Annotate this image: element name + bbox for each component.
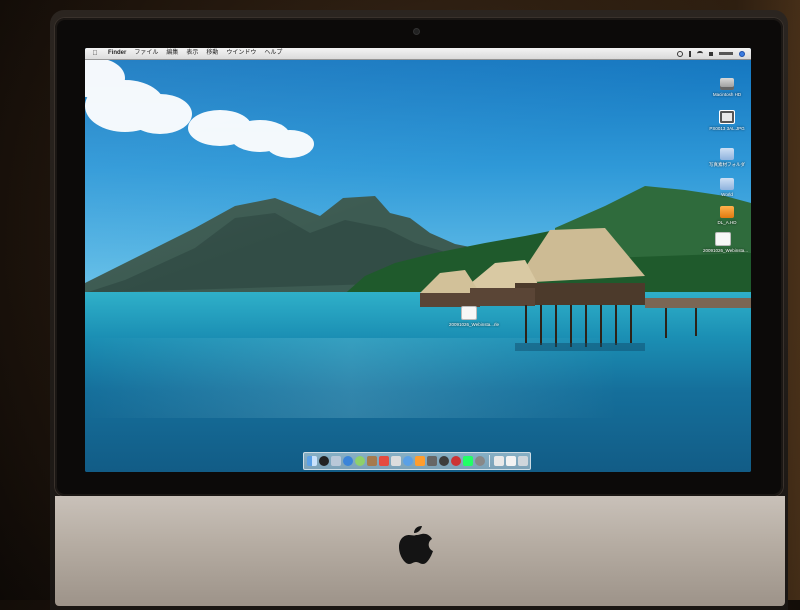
menu-go[interactable]: 移動 <box>206 48 218 59</box>
spotlight-icon[interactable] <box>739 50 745 57</box>
dock-separator <box>488 455 490 467</box>
photo-booth-icon[interactable] <box>450 456 461 466</box>
desktop-icon-document-1[interactable]: 20091026_Webinsta... <box>703 232 748 253</box>
desktop-icon-label: Macintosh HD <box>712 92 742 97</box>
imovie-icon[interactable] <box>426 456 437 466</box>
system-preferences-icon[interactable] <box>474 456 485 466</box>
document-icon <box>461 306 477 320</box>
documents-stack-icon[interactable] <box>505 456 516 466</box>
downloads-stack-icon[interactable] <box>493 456 504 466</box>
overwater-bungalows <box>420 228 751 351</box>
ical-icon[interactable] <box>378 456 389 466</box>
volume-icon[interactable] <box>709 51 713 56</box>
menu-finder[interactable]: Finder <box>108 48 126 59</box>
dashboard-icon[interactable] <box>318 456 329 466</box>
desktop-icon-app[interactable]: DL_A.HD <box>707 206 747 225</box>
desktop-icon-folder-1[interactable]: 写真素材フォルダ <box>707 148 747 168</box>
document-icon <box>715 232 731 246</box>
time-machine-icon[interactable] <box>677 50 683 57</box>
menu-help[interactable]: ヘルプ <box>264 48 282 59</box>
desktop-icon-folder-2[interactable]: World <box>707 178 747 197</box>
desktop-icon-label: PS0013 3AL.JPG <box>709 126 745 131</box>
mail-icon[interactable] <box>330 456 341 466</box>
clock-icon[interactable] <box>719 52 733 55</box>
desktop-icon-label: DL_A.HD <box>717 220 737 225</box>
address-book-icon[interactable] <box>366 456 377 466</box>
desktop-icon-document-2[interactable]: 20091026_Webinsta...rle <box>449 306 499 327</box>
ichat-icon[interactable] <box>354 456 365 466</box>
bluetooth-icon[interactable] <box>689 50 691 57</box>
desktop-icon-image-file[interactable]: PS0013 3AL.JPG <box>707 110 747 131</box>
app-icon <box>720 206 734 218</box>
menu-window[interactable]: ウインドウ <box>226 48 256 59</box>
preview-icon[interactable] <box>390 456 401 466</box>
desktop-icon-label: 20091026_Webinsta...rle <box>449 322 499 327</box>
hard-drive-icon <box>720 78 734 90</box>
iphoto-icon[interactable] <box>414 456 425 466</box>
menu-edit[interactable]: 編集 <box>166 48 178 59</box>
isight-camera-icon <box>414 29 419 34</box>
dock <box>303 452 531 470</box>
menu-view[interactable]: 表示 <box>186 48 198 59</box>
apple-logo-icon <box>399 526 433 564</box>
safari-icon[interactable] <box>342 456 353 466</box>
screen:  Finder ファイル 編集 表示 移動 ウインドウ ヘルプ Macinto… <box>85 48 751 472</box>
folder-icon <box>720 178 734 190</box>
finder-icon[interactable] <box>306 456 317 466</box>
desktop-icon-label: 写真素材フォルダ <box>709 162 745 167</box>
folder-icon <box>720 148 734 160</box>
image-file-icon <box>719 110 735 124</box>
time-machine-icon[interactable] <box>462 456 473 466</box>
menu-bar:  Finder ファイル 編集 表示 移動 ウインドウ ヘルプ <box>85 48 751 60</box>
desktop-icon-label: World <box>721 192 733 197</box>
desktop-icon-label: 20091026_Webinsta... <box>703 248 748 253</box>
trash-icon[interactable] <box>517 456 528 466</box>
garageband-icon[interactable] <box>438 456 449 466</box>
apple-menu-icon[interactable]:  <box>90 48 100 59</box>
menu-file[interactable]: ファイル <box>134 48 158 59</box>
itunes-icon[interactable] <box>402 456 413 466</box>
desktop-icon-macintosh-hd[interactable]: Macintosh HD <box>707 78 747 97</box>
wifi-icon[interactable] <box>697 51 703 56</box>
